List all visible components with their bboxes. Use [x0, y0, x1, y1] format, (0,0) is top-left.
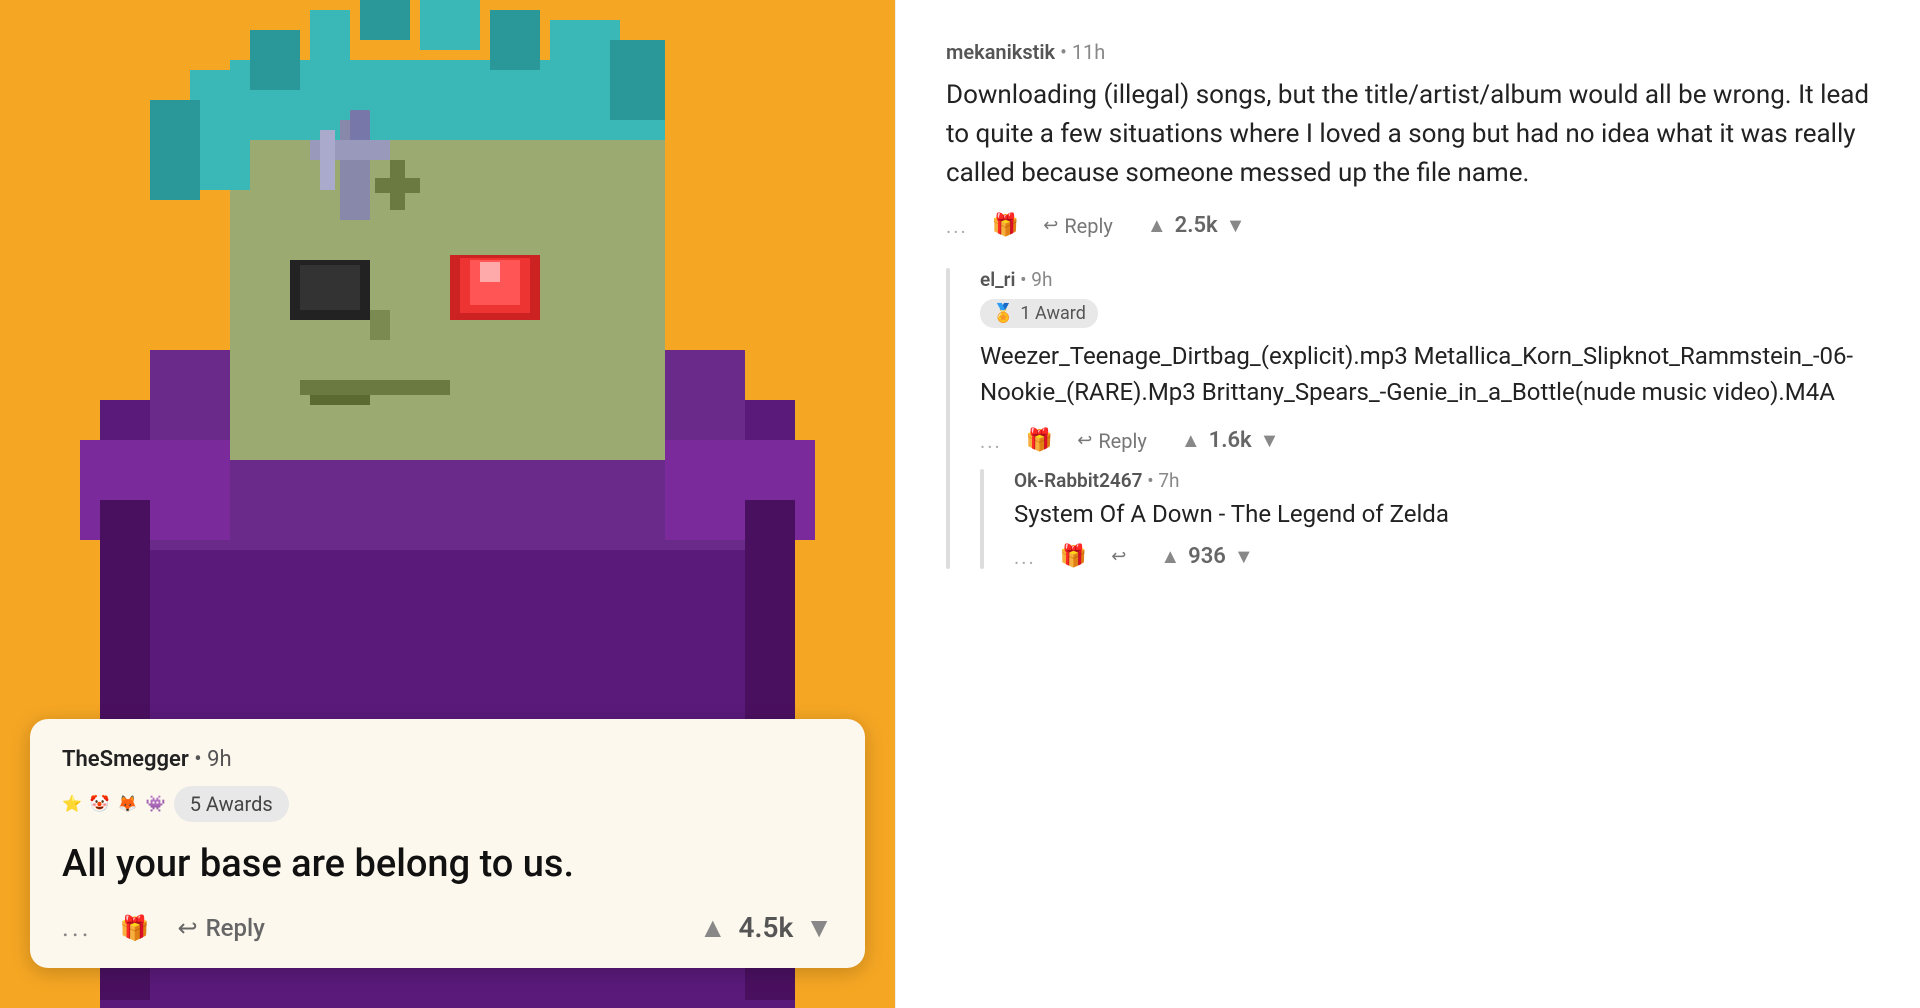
award-emoji-1: ⭐: [62, 794, 82, 813]
top-downvote-button[interactable]: ▼: [1226, 213, 1246, 238]
nested-reply-1-indent: [980, 469, 984, 569]
top-comment-sep: •: [1060, 40, 1072, 64]
top-comment: mekanikstik • 11h Downloading (illegal) …: [946, 40, 1870, 238]
left-comment-meta: TheSmegger • 9h: [62, 747, 833, 772]
reply-1: el_ri • 9h 🏅 1 Award Weezer_Teenage_Dirt…: [946, 268, 1870, 569]
top-comment-username: mekanikstik: [946, 40, 1055, 64]
top-reply-button[interactable]: ↩ Reply: [1043, 214, 1113, 238]
top-reply-label: Reply: [1064, 214, 1113, 238]
nested-reply-icon: ↩: [1111, 546, 1126, 567]
top-more-button[interactable]: ...: [946, 214, 968, 238]
reply-1-time: 9h: [1031, 268, 1052, 291]
left-vote-count: 4.5k: [739, 911, 794, 944]
left-reply-button[interactable]: ↩ Reply: [177, 914, 264, 942]
left-panel: TheSmegger • 9h ⭐ 🤡 🦊 👾 5 Awards All you…: [0, 0, 895, 1008]
nested-reply-1-sep: •: [1147, 469, 1158, 492]
reply-arrow-icon: ↩: [177, 914, 197, 942]
top-gift-icon: 🎁: [992, 213, 1019, 238]
right-panel: mekanikstik • 11h Downloading (illegal) …: [895, 0, 1920, 1008]
reply-1-reply-button[interactable]: ↩ Reply: [1077, 429, 1147, 453]
award-emoji-4: 👾: [146, 794, 166, 813]
top-vote-count: 2.5k: [1175, 213, 1218, 238]
reply-1-gift-button[interactable]: 🎁: [1026, 428, 1053, 453]
top-gift-button[interactable]: 🎁: [992, 213, 1019, 238]
top-upvote-button[interactable]: ▲: [1147, 213, 1167, 238]
left-comment-card: TheSmegger • 9h ⭐ 🤡 🦊 👾 5 Awards All you…: [30, 719, 865, 968]
left-upvote-button[interactable]: ▲: [699, 911, 727, 944]
top-comment-actions: ... 🎁 ↩ Reply ▲ 2.5k ▼: [946, 213, 1870, 238]
reply-1-actions: ... 🎁 ↩ Reply ▲ 1.6k ▼: [980, 428, 1870, 453]
left-awards-row: ⭐ 🤡 🦊 👾 5 Awards: [62, 786, 833, 822]
left-reply-label: Reply: [206, 914, 265, 942]
left-comment-text: All your base are belong to us.: [62, 840, 833, 889]
nested-vote-count: 936: [1188, 544, 1226, 569]
top-comment-body: Downloading (illegal) songs, but the tit…: [946, 76, 1870, 193]
top-comment-header: mekanikstik • 11h: [946, 40, 1870, 64]
reply-1-award-label: 1 Award: [1020, 303, 1085, 324]
reply-1-upvote-button[interactable]: ▲: [1181, 428, 1201, 453]
nested-reply-1-actions: ... 🎁 ↩ ▲ 936 ▼: [1014, 544, 1870, 569]
reply-1-gift-icon: 🎁: [1026, 428, 1053, 453]
nested-reply-button[interactable]: ↩: [1111, 546, 1126, 567]
reply-1-header: el_ri • 9h: [980, 268, 1870, 291]
left-awards-badge: 5 Awards: [174, 786, 289, 822]
reply-1-award-emoji: 🏅: [992, 303, 1014, 324]
gift-icon: 🎁: [120, 914, 150, 942]
left-comment-username: TheSmegger: [62, 747, 189, 772]
nested-downvote-button[interactable]: ▼: [1234, 544, 1254, 569]
reply-1-more-button[interactable]: ...: [980, 429, 1002, 453]
nested-reply-1: Ok-Rabbit2467 • 7h System Of A Down - Th…: [980, 469, 1870, 569]
reply-1-downvote-button[interactable]: ▼: [1260, 428, 1280, 453]
top-vote-section: ▲ 2.5k ▼: [1147, 213, 1246, 238]
reply-1-reply-icon: ↩: [1077, 430, 1092, 451]
reply-1-vote-count: 1.6k: [1209, 428, 1252, 453]
left-gift-button[interactable]: 🎁: [120, 914, 150, 942]
reply-1-sep: •: [1020, 268, 1031, 291]
nested-reply-1-content: Ok-Rabbit2467 • 7h System Of A Down - Th…: [1014, 469, 1870, 569]
nested-more-button[interactable]: ...: [1014, 545, 1036, 569]
left-awards-count: 5 Awards: [190, 792, 273, 816]
reply-1-indent: [946, 268, 950, 569]
award-emoji-3: 🦊: [118, 794, 138, 813]
reply-1-award-pill: 🏅 1 Award: [980, 299, 1098, 328]
award-emoji-2: 🤡: [90, 794, 110, 813]
reply-1-body: Weezer_Teenage_Dirtbag_(explicit).mp3 Me…: [980, 338, 1870, 410]
left-vote-section: ▲ 4.5k ▼: [699, 911, 833, 944]
left-more-button[interactable]: ...: [62, 913, 92, 943]
reply-1-username: el_ri: [980, 268, 1015, 291]
top-reply-icon: ↩: [1043, 215, 1058, 236]
nested-reply-1-time: 7h: [1158, 469, 1179, 492]
nested-reply-1-body: System Of A Down - The Legend of Zelda: [1014, 500, 1870, 528]
reply-1-content: el_ri • 9h 🏅 1 Award Weezer_Teenage_Dirt…: [980, 268, 1870, 569]
nested-reply-1-header: Ok-Rabbit2467 • 7h: [1014, 469, 1870, 492]
reply-1-vote-section: ▲ 1.6k ▼: [1181, 428, 1280, 453]
left-downvote-button[interactable]: ▼: [805, 911, 833, 944]
nested-vote-section: ▲ 936 ▼: [1160, 544, 1253, 569]
top-comment-time: 11h: [1072, 40, 1106, 64]
nested-gift-button[interactable]: 🎁: [1060, 544, 1087, 569]
nested-upvote-button[interactable]: ▲: [1160, 544, 1180, 569]
left-comment-actions: ... 🎁 ↩ Reply ▲ 4.5k ▼: [62, 911, 833, 944]
left-comment-separator: •: [194, 747, 207, 772]
reply-1-reply-label: Reply: [1098, 429, 1147, 453]
left-comment-time: 9h: [207, 747, 231, 772]
nested-gift-icon: 🎁: [1060, 544, 1087, 569]
nested-reply-1-username: Ok-Rabbit2467: [1014, 469, 1142, 492]
